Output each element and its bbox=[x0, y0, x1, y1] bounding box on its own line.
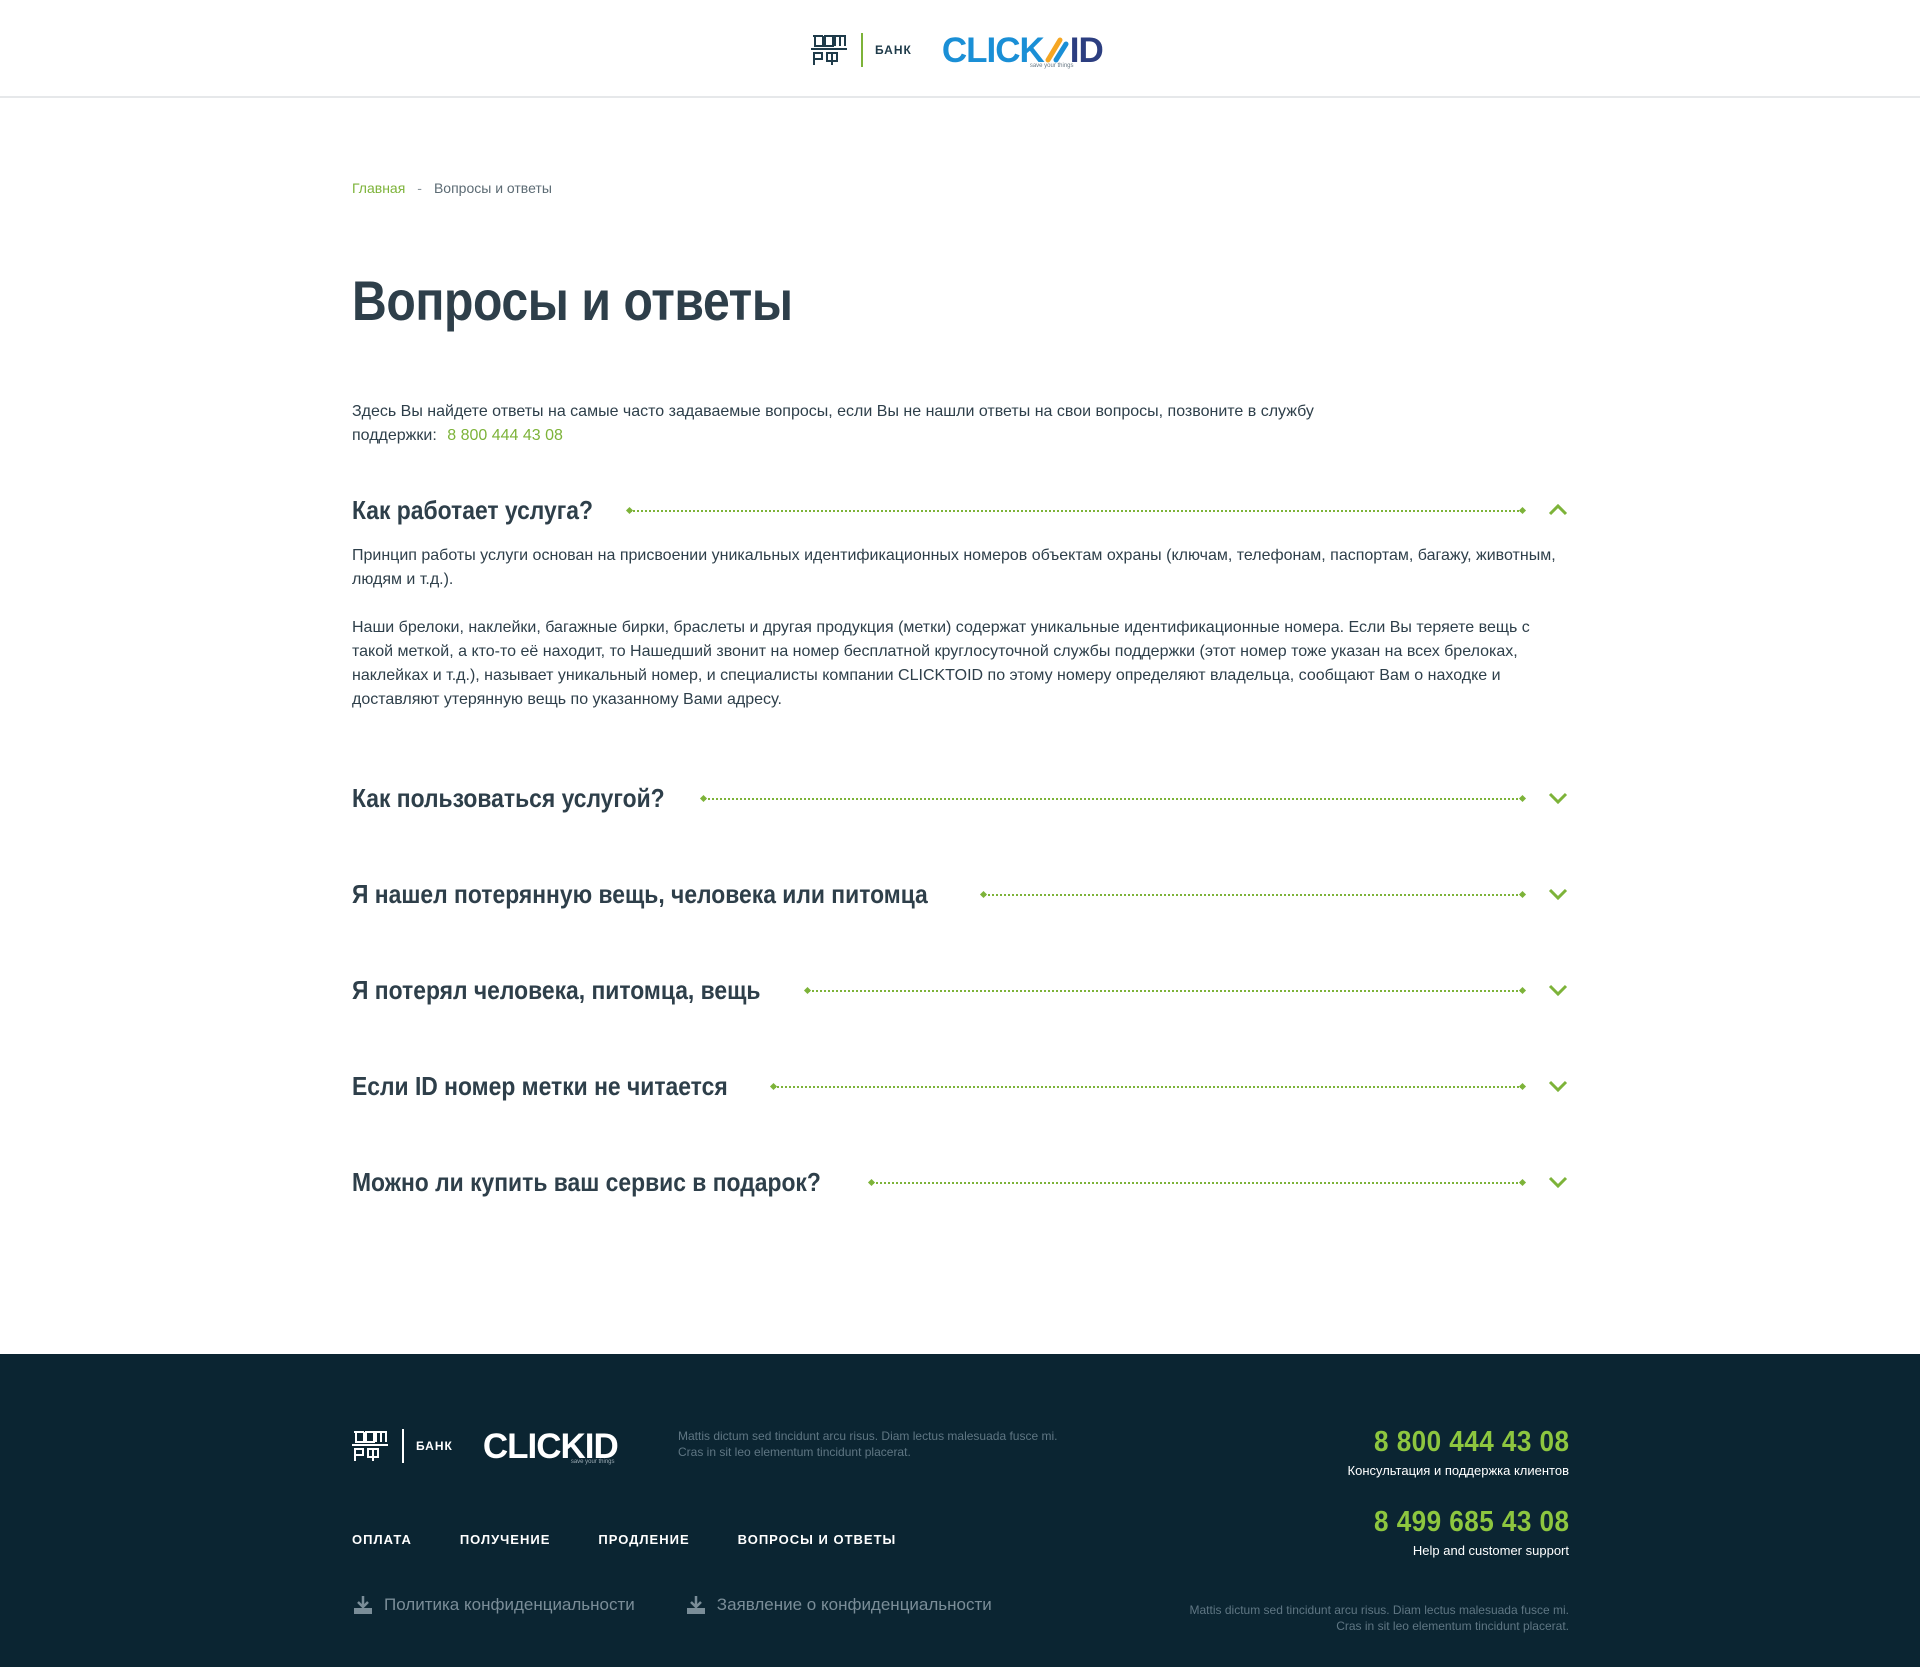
brand-click: CLICK bbox=[941, 30, 1045, 70]
site-header: БАНК CLICK ID save your things bbox=[0, 0, 1920, 98]
chevron-down-icon[interactable] bbox=[1546, 786, 1570, 810]
header-logo-group[interactable]: БАНК CLICK ID save your things bbox=[811, 28, 1104, 72]
faq-dotted-line bbox=[704, 798, 1522, 800]
faq-answer-paragraph: Принцип работы услуги основан на присвое… bbox=[352, 547, 1556, 588]
footer-logo-group[interactable]: БАНК CLICKID save your things bbox=[352, 1424, 619, 1468]
logo-divider bbox=[861, 33, 863, 67]
faq-item: Можно ли купить ваш сервис в подарок? bbox=[352, 1162, 1570, 1202]
intro-text: Здесь Вы найдете ответы на самые часто з… bbox=[352, 400, 1352, 448]
chevron-down-icon[interactable] bbox=[1546, 978, 1570, 1002]
logo-divider bbox=[402, 1429, 404, 1463]
footer-nav-faq[interactable]: ВОПРОСЫ И ОТВЕТЫ bbox=[738, 1532, 897, 1547]
faq-question-header[interactable]: Как работает услуга? bbox=[352, 490, 1570, 530]
dom-rf-logo-icon bbox=[811, 35, 847, 65]
faq-answer-paragraph: Наши брелоки, наклейки, багажные бирки, … bbox=[352, 619, 1530, 708]
chevron-up-icon[interactable] bbox=[1546, 498, 1570, 522]
site-footer: БАНК CLICKID save your things Mattis dic… bbox=[0, 1354, 1920, 1667]
faq-question: Как работает услуга? bbox=[352, 494, 594, 525]
chevron-down-icon[interactable] bbox=[1546, 882, 1570, 906]
footer-nav-receiving[interactable]: ПОЛУЧЕНИЕ bbox=[460, 1532, 551, 1547]
chevron-down-icon[interactable] bbox=[1546, 1170, 1570, 1194]
faq-question-header[interactable]: Как пользоваться услугой? bbox=[352, 778, 1570, 818]
brand-tagline: save your things bbox=[1029, 62, 1074, 69]
footer-nav: ОПЛАТА ПОЛУЧЕНИЕ ПРОДЛЕНИЕ ВОПРОСЫ И ОТВ… bbox=[352, 1532, 896, 1547]
faq-question: Как пользоваться услугой? bbox=[352, 782, 665, 813]
faq-dotted-line bbox=[872, 1182, 1522, 1184]
footer-phone-primary-label: Консультация и поддержка клиентов bbox=[1347, 1463, 1569, 1478]
intro-phone-link[interactable]: 8 800 444 43 08 bbox=[447, 427, 563, 444]
faq-question: Можно ли купить ваш сервис в подарок? bbox=[352, 1166, 821, 1197]
breadcrumb: Главная - Вопросы и ответы bbox=[352, 180, 552, 196]
bank-label: БАНК bbox=[875, 43, 912, 57]
footer-nav-renewal[interactable]: ПРОДЛЕНИЕ bbox=[598, 1532, 689, 1547]
chevron-down-icon[interactable] bbox=[1546, 1074, 1570, 1098]
faq-item: Если ID номер метки не читается bbox=[352, 1066, 1570, 1106]
faq-item: Как пользоваться услугой? bbox=[352, 778, 1570, 818]
faq-dotted-line bbox=[630, 510, 1522, 512]
footer-phone-primary[interactable]: 8 800 444 43 08 bbox=[1370, 1426, 1569, 1459]
privacy-policy-link[interactable]: Политика конфиденциальности bbox=[352, 1594, 635, 1616]
footer-description: Mattis dictum sed tincidunt arcu risus. … bbox=[678, 1429, 1058, 1459]
faq-item: Я нашел потерянную вещь, человека или пи… bbox=[352, 874, 1570, 914]
faq-dotted-line bbox=[984, 894, 1522, 896]
page-title: Вопросы и ответы bbox=[352, 269, 793, 332]
faq-dotted-line bbox=[808, 990, 1522, 992]
footer-phone-secondary[interactable]: 8 499 685 43 08 bbox=[1370, 1506, 1569, 1539]
privacy-statement-label: Заявление о конфиденциальности bbox=[716, 1595, 992, 1614]
faq-answer: Принцип работы услуги основан на присвое… bbox=[352, 544, 1570, 712]
breadcrumb-separator: - bbox=[417, 180, 422, 196]
faq-question-header[interactable]: Если ID номер метки не читается bbox=[352, 1066, 1570, 1106]
faq-question: Я потерял человека, питомца, вещь bbox=[352, 974, 761, 1005]
breadcrumb-home-link[interactable]: Главная bbox=[352, 180, 405, 196]
footer-phones: 8 800 444 43 08 Консультация и поддержка… bbox=[1348, 1426, 1569, 1558]
faq-question-header[interactable]: Можно ли купить ваш сервис в подарок? bbox=[352, 1162, 1570, 1202]
breadcrumb-current: Вопросы и ответы bbox=[433, 180, 552, 196]
footer-phone-secondary-label: Help and customer support bbox=[1412, 1543, 1569, 1558]
brand-link-icon bbox=[1045, 37, 1069, 62]
clickid-logo: CLICK ID save your things bbox=[941, 30, 1104, 70]
dom-rf-logo-icon bbox=[352, 1431, 388, 1461]
footer-nav-payment[interactable]: ОПЛАТА bbox=[352, 1532, 412, 1547]
bank-label: БАНК bbox=[416, 1439, 453, 1453]
faq-question-header[interactable]: Я потерял человека, питомца, вещь bbox=[352, 970, 1570, 1010]
faq-dotted-line bbox=[774, 1086, 1522, 1088]
brand-id: ID bbox=[1069, 30, 1104, 70]
faq-item: Я потерял человека, питомца, вещь bbox=[352, 970, 1570, 1010]
download-icon bbox=[354, 1596, 372, 1614]
footer-documents: Политика конфиденциальности Заявление о … bbox=[352, 1594, 992, 1616]
footer-copyright: Mattis dictum sed tincidunt arcu risus. … bbox=[1189, 1603, 1569, 1633]
faq-question: Если ID номер метки не читается bbox=[352, 1070, 728, 1101]
faq-item: Как работает услуга? Принцип работы услу… bbox=[352, 490, 1570, 712]
faq-question: Я нашел потерянную вещь, человека или пи… bbox=[352, 878, 928, 909]
brand-tagline: save your things bbox=[570, 1458, 615, 1465]
privacy-policy-label: Политика конфиденциальности bbox=[384, 1595, 635, 1614]
footer-clickid-logo: CLICKID save your things bbox=[483, 1429, 619, 1465]
download-icon bbox=[686, 1596, 705, 1614]
faq-question-header[interactable]: Я нашел потерянную вещь, человека или пи… bbox=[352, 874, 1570, 914]
privacy-statement-link[interactable]: Заявление о конфиденциальности bbox=[685, 1594, 992, 1616]
